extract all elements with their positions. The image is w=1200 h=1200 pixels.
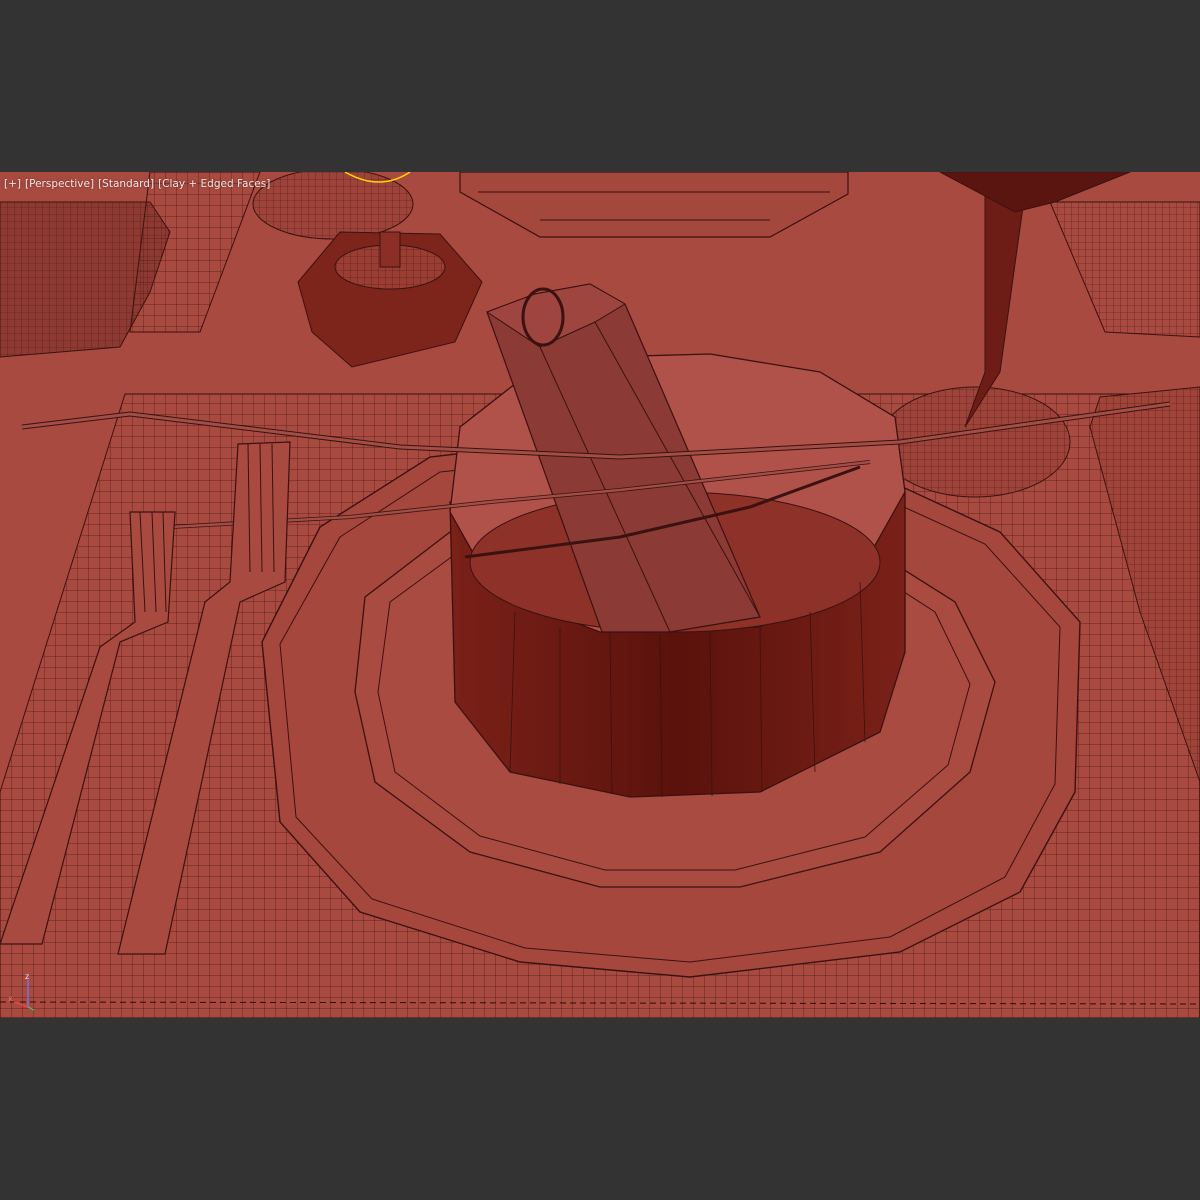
display-mode-menu[interactable]: Clay + Edged Faces bbox=[158, 178, 270, 190]
letterbox-top bbox=[0, 0, 1200, 172]
placemat-back-left bbox=[129, 172, 261, 333]
candle-holder[interactable] bbox=[297, 231, 483, 368]
letterbox-bottom bbox=[0, 1018, 1200, 1200]
axis-tripod-icon bbox=[13, 980, 35, 1011]
candle-stand[interactable] bbox=[252, 172, 414, 240]
axis-x-label: x bbox=[8, 994, 13, 1003]
viewport-scene bbox=[0, 172, 1200, 1018]
serving-tray[interactable] bbox=[459, 172, 849, 238]
axis-tripod: z x bbox=[8, 972, 38, 1012]
axis-z-label: z bbox=[25, 972, 30, 981]
viewport-options-menu[interactable]: + bbox=[4, 178, 21, 190]
viewport-label-menu: + Perspective Standard Clay + Edged Face… bbox=[4, 177, 270, 191]
point-of-view-menu[interactable]: Perspective bbox=[25, 178, 94, 190]
shading-style-menu[interactable]: Standard bbox=[98, 178, 154, 190]
perspective-viewport[interactable]: + Perspective Standard Clay + Edged Face… bbox=[0, 172, 1200, 1018]
placemat-back-right bbox=[1049, 201, 1200, 338]
